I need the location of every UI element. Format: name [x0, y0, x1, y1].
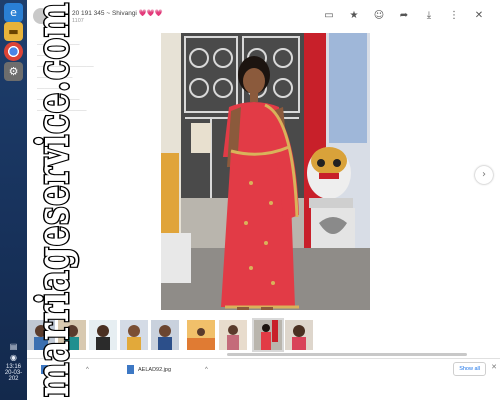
- downloads-bar: ^ AELAD92.jpg ^ Show all ✕: [27, 358, 500, 379]
- thumbnail[interactable]: [27, 320, 55, 350]
- avatar[interactable]: [33, 8, 49, 24]
- thumbnail[interactable]: [89, 320, 117, 350]
- sender-subtitle: 1107: [72, 18, 84, 24]
- thumbnail[interactable]: [187, 320, 215, 350]
- emoji-icon[interactable]: ☺: [372, 9, 386, 23]
- main-photo: [161, 33, 370, 310]
- file-icon: [41, 365, 48, 374]
- thumbnail-strip: [27, 318, 500, 352]
- windows-taskbar: e ▬ ⚙ ▤ ◉ 13:16 20-03-202: [0, 0, 27, 400]
- download-item[interactable]: ^: [41, 363, 89, 376]
- show-all-button[interactable]: Show all: [453, 362, 486, 376]
- chrome-icon[interactable]: [4, 42, 23, 61]
- thumbnail[interactable]: [219, 320, 247, 350]
- thumbnail[interactable]: [120, 320, 148, 350]
- ie-icon[interactable]: e: [4, 3, 23, 22]
- system-tray: ▤ ◉ 13:16 20-03-202: [1, 340, 26, 382]
- viewer-actions: ▭ ★ ☺ ➦ ⤓ ⋮ ✕: [322, 9, 486, 23]
- thumbnail[interactable]: [285, 320, 313, 350]
- comment-icon[interactable]: ▭: [322, 9, 336, 23]
- chevron-up-icon[interactable]: ^: [86, 367, 89, 373]
- volume-icon[interactable]: ◉: [1, 353, 26, 362]
- thumbnail[interactable]: [151, 320, 179, 350]
- photo-illustration: [161, 33, 370, 310]
- blurred-chat-background: ──────────── ────── ──────────────── ──────…: [37, 42, 94, 114]
- download-filename: AELAD92.jpg: [138, 366, 172, 373]
- sender-name: 20 191 345 ~ Shivangi: [72, 10, 137, 17]
- media-viewer: 20 191 345 ~ Shivangi 💗💗💗 1107 ▭ ★ ☺ ➦ ⤓…: [27, 0, 500, 358]
- folder-icon[interactable]: ▬: [4, 22, 23, 41]
- star-icon[interactable]: ★: [347, 9, 361, 23]
- download-item[interactable]: AELAD92.jpg ^: [127, 363, 208, 376]
- chevron-up-icon[interactable]: ^: [205, 367, 208, 373]
- close-icon[interactable]: ✕: [472, 9, 486, 23]
- clock-date: 20-03-202: [4, 370, 23, 382]
- download-icon[interactable]: ⤓: [422, 9, 436, 23]
- close-icon[interactable]: ✕: [491, 363, 497, 371]
- more-icon[interactable]: ⋮: [447, 9, 461, 23]
- thumbnail-scrollbar[interactable]: [227, 353, 467, 356]
- file-icon: [127, 365, 134, 374]
- sender-title: 20 191 345 ~ Shivangi 💗💗💗: [72, 9, 163, 17]
- settings-icon[interactable]: ⚙: [4, 62, 23, 81]
- viewer-header: 20 191 345 ~ Shivangi 💗💗💗 1107 ▭ ★ ☺ ➦ ⤓…: [27, 0, 500, 32]
- forward-icon[interactable]: ➦: [397, 9, 411, 23]
- thumbnail[interactable]: [58, 320, 86, 350]
- desktop-area: [27, 378, 500, 400]
- next-arrow-icon[interactable]: ›: [475, 166, 493, 184]
- network-icon[interactable]: ▤: [1, 342, 26, 351]
- thumbnail-selected[interactable]: [252, 318, 284, 352]
- hearts-emoji: 💗💗💗: [138, 10, 163, 17]
